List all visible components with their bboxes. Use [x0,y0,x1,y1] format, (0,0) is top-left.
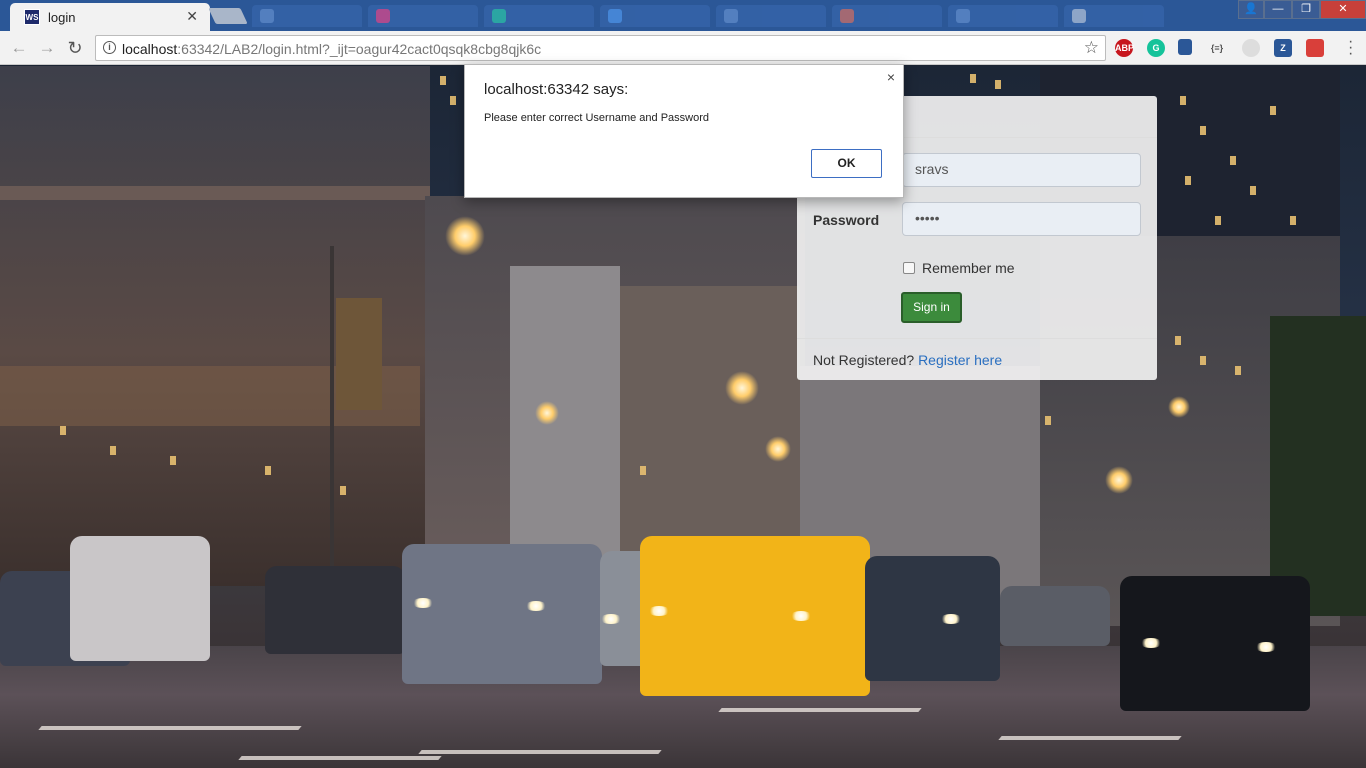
bookmark-star-icon[interactable]: ☆ [1084,38,1099,58]
close-window-button[interactable]: ✕ [1320,0,1366,19]
tab-favicon-icon [608,9,622,23]
background-tab-8[interactable] [1064,5,1164,27]
username-input[interactable]: sravs [902,153,1141,187]
forward-arrow-icon[interactable]: → [36,37,58,59]
grammarly-icon[interactable]: G [1147,39,1165,57]
tab-favicon-icon [956,9,970,23]
info-icon[interactable]: i [103,41,116,54]
background-tab-5[interactable] [716,5,826,27]
background-tab-6[interactable] [832,5,942,27]
register-link[interactable]: Register here [918,352,1002,368]
tab-close-icon[interactable]: ✕ [186,8,198,25]
panel-footer: Not Registered? Register here [797,338,1157,380]
ok-button[interactable]: OK [811,149,882,178]
dialog-title: localhost:63342 says: [484,81,629,98]
tab-title: login [48,10,76,25]
url-text: localhost:63342/LAB2/login.html?_ijt=oag… [122,41,542,57]
adblock-plus-icon[interactable]: ABP [1115,39,1134,57]
tab-favicon-icon [492,9,506,23]
dialog-message: Please enter correct Username and Passwo… [484,112,709,124]
webstorm-icon: WS [24,9,40,25]
bookmark-extension-icon[interactable] [1178,39,1192,55]
password-input[interactable]: ••••• [902,202,1141,236]
window-controls: 👤 — ❐ ✕ [1238,0,1366,20]
background-tab-7[interactable] [948,5,1058,27]
json-viewer-icon[interactable]: {≡} [1208,39,1226,57]
tab-favicon-icon [724,9,738,23]
remember-me-label[interactable]: Remember me [922,260,1015,276]
reload-icon[interactable]: ↻ [64,37,86,59]
browser-tab-strip: WS login ✕ 👤 — ❐ ✕ [0,0,1366,31]
tab-favicon-icon [376,9,390,23]
zotero-icon[interactable]: Z [1274,39,1292,57]
maximize-button[interactable]: ❐ [1292,0,1320,19]
tab-login[interactable]: WS login ✕ [10,3,210,31]
tab-favicon-icon [840,9,854,23]
background-tab-1[interactable] [252,5,362,27]
alert-dialog: localhost:63342 says: Please enter corre… [464,64,904,198]
user-icon[interactable]: 👤 [1238,0,1264,19]
background-tab-3[interactable] [484,5,594,27]
tab-favicon-icon [1072,9,1086,23]
remember-me-checkbox[interactable] [903,262,915,274]
extension-grey-icon[interactable] [1242,39,1260,57]
not-registered-text: Not Registered? Register here [813,352,1003,368]
password-label: Password [813,212,880,228]
minimize-button[interactable]: — [1264,0,1292,19]
tab-favicon-icon [260,9,274,23]
browser-toolbar: ← → ↻ i localhost:63342/LAB2/login.html?… [0,31,1366,65]
new-tab-button[interactable] [208,8,248,24]
dialog-close-icon[interactable]: × [887,69,895,85]
background-tab-2[interactable] [368,5,478,27]
pocket-icon[interactable] [1306,39,1324,57]
address-bar[interactable]: i localhost:63342/LAB2/login.html?_ijt=o… [95,35,1106,61]
background-tab-4[interactable] [600,5,710,27]
sign-in-button[interactable]: Sign in [901,292,962,323]
more-menu-icon[interactable]: · · · [1348,34,1353,62]
back-arrow-icon[interactable]: ← [8,37,30,59]
